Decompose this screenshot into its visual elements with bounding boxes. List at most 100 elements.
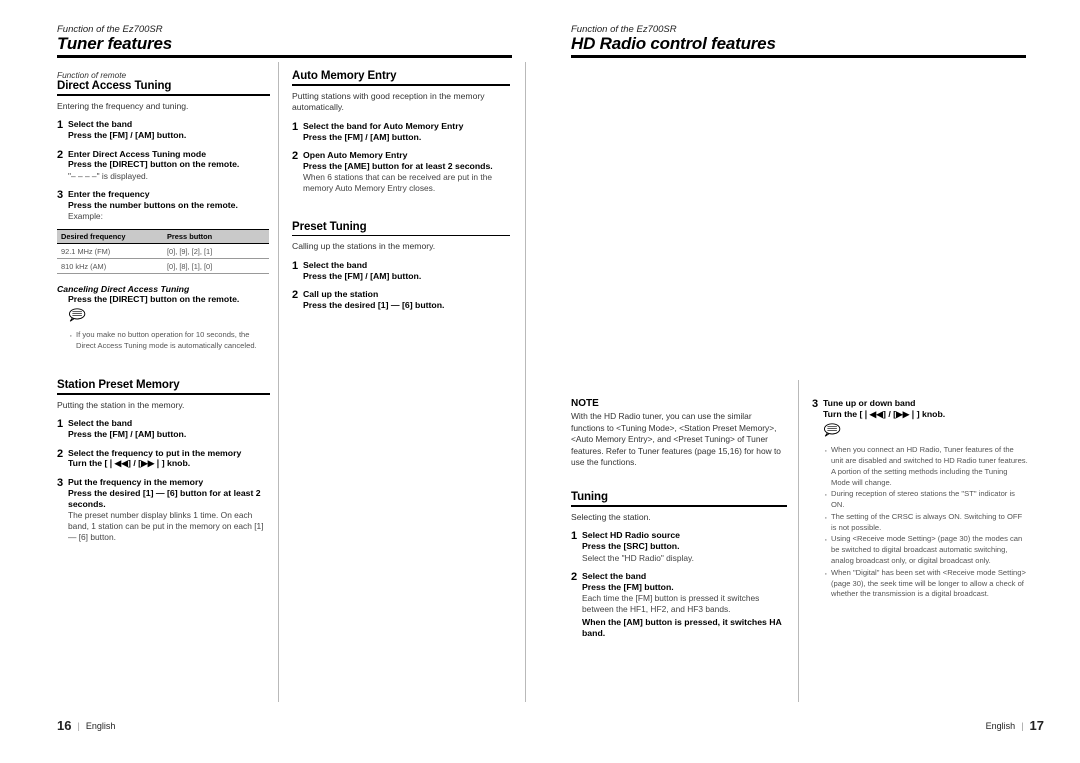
canceling-bold: Press the [DIRECT] button on the remote. — [68, 294, 240, 305]
direct-access-lead: Entering the frequency and tuning. — [57, 100, 189, 111]
step-bold: Press the [FM] button. — [582, 581, 674, 592]
auto-memory-heading: Auto Memory Entry — [292, 70, 397, 82]
right-chapter-title: HD Radio control features — [571, 34, 776, 53]
tuning-lead: Selecting the station. — [571, 511, 651, 522]
left-page-edge-divider — [525, 62, 526, 702]
right-col1: NOTE With the HD Radio tuner, you can us… — [571, 398, 787, 647]
step-title: Select the frequency to put in the memor… — [68, 447, 242, 458]
step-title: Select the band — [303, 259, 368, 270]
step-bold-secondary: When the [AM] button is pressed, it swit… — [582, 617, 782, 639]
note-block: NOTE With the HD Radio tuner, you can us… — [571, 398, 787, 469]
step-item: 3 Put the frequency in the memory Press … — [57, 477, 270, 544]
left-chapter-title: Tuner features — [57, 34, 172, 53]
table-cell: 810 kHz (AM) — [57, 258, 163, 275]
step-bold: Press the number buttons on the remote. — [68, 199, 238, 210]
step-number: 3 — [812, 398, 819, 410]
step-plain: Each time the [FM] button is pressed it … — [582, 592, 760, 614]
right-col2: 3 Tune up or down band Turn the [❘◀◀] / … — [812, 398, 1028, 608]
step-number: 2 — [571, 570, 578, 583]
step-bold: Press the [SRC] button. — [582, 541, 680, 552]
section-auto-memory-entry: Auto Memory Entry Putting stations with … — [292, 70, 510, 195]
step-number: 1 — [292, 120, 299, 133]
step-plain: "– – – –" is displayed. — [68, 170, 148, 181]
step-number: 1 — [571, 530, 578, 543]
left-footer: 16 | English — [57, 718, 115, 733]
step-item: 3 Tune up or down band Turn the [❘◀◀] / … — [812, 398, 1028, 601]
step-title: Select the band for Auto Memory Entry — [303, 120, 464, 131]
left-column-divider — [278, 62, 279, 702]
step-bold: Press the desired [1] — [6] button. — [303, 300, 445, 310]
right-page-number: 17 — [1029, 718, 1044, 733]
tuning-rule — [571, 504, 787, 507]
step-bold: Press the desired [1] — [6] button for a… — [68, 487, 261, 509]
section-station-preset-memory: Station Preset Memory Putting the statio… — [57, 379, 270, 544]
table-header-row: Desired frequency Press button — [57, 229, 269, 245]
step-bold: Press the [FM] / [AM] button. — [303, 270, 422, 281]
step-number: 3 — [57, 188, 64, 201]
table-cell: 92.1 MHz (FM) — [57, 243, 163, 260]
step-item: 2 Select the band Press the [FM] button.… — [571, 571, 787, 640]
step-title: Enter Direct Access Tuning mode — [68, 148, 207, 159]
right-header-rule — [571, 55, 1026, 58]
direct-access-rule — [57, 94, 270, 96]
station-preset-heading: Station Preset Memory — [57, 379, 180, 392]
right-footer-language: English — [985, 720, 1016, 731]
step-number: 2 — [57, 447, 64, 460]
right-column-divider — [798, 380, 799, 702]
step-item: 2 Enter Direct Access Tuning mode Press … — [57, 149, 270, 182]
right-footer: English | 17 — [986, 718, 1044, 733]
step-item: 1 Select the band Press the [FM] / [AM] … — [292, 260, 510, 282]
direct-access-runhead: Function of remote — [57, 70, 127, 80]
canceling-direct-access-block: Canceling Direct Access Tuning Press the… — [57, 284, 270, 352]
left-header-rule — [57, 55, 512, 58]
station-preset-rule — [57, 393, 270, 395]
step-number: 2 — [292, 150, 299, 163]
station-preset-lead: Putting the station in the memory. — [57, 399, 185, 410]
step-number: 2 — [57, 148, 64, 161]
step-number: 1 — [292, 259, 299, 272]
tuning-heading: Tuning — [571, 490, 608, 503]
left-col2: Auto Memory Entry Putting stations with … — [292, 70, 510, 318]
preset-tuning-rule — [292, 234, 510, 237]
step-item: 2 Call up the station Press the desired … — [292, 289, 510, 311]
step-plain: Select the "HD Radio" display. — [582, 552, 694, 563]
step-title: Select the band — [582, 570, 647, 581]
list-item: Using <Receive mode Setting> (page 30) t… — [823, 533, 1028, 566]
table-cell: [0], [8], [1], [0] — [163, 258, 269, 275]
right-page: Function of the Ez700SR HD Radio control… — [540, 0, 1080, 763]
section-preset-tuning: Preset Tuning Calling up the stations in… — [292, 221, 510, 312]
step-number: 1 — [57, 119, 64, 132]
list-item: When "Digital" has been set with <Receiv… — [823, 567, 1028, 600]
step-bold: Press the [FM] / [AM] button. — [68, 130, 187, 141]
list-item: When you connect an HD Radio, Tuner feat… — [823, 444, 1028, 488]
step-title: Open Auto Memory Entry — [303, 150, 408, 161]
table-cell: [0], [9], [2], [1] — [163, 243, 269, 260]
section-tuning: Tuning Selecting the station. 1 Select H… — [571, 491, 787, 640]
step-item: 1 Select the band for Auto Memory Entry … — [292, 121, 510, 143]
step-title: Call up the station — [303, 289, 379, 300]
step-item: 2 Select the frequency to put in the mem… — [57, 448, 270, 470]
note-bubble-icon — [823, 423, 841, 437]
list-item: The setting of the CRSC is always ON. Sw… — [823, 511, 1028, 534]
step-bold: Press the [FM] / [AM] button. — [303, 131, 422, 142]
step-title: Select HD Radio source — [582, 530, 681, 541]
note-bubble-icon — [68, 308, 86, 323]
step-bold: Press the [AME] button for at least 2 se… — [303, 161, 493, 172]
table-header-cell: Press button — [163, 229, 269, 245]
left-footer-language: English — [85, 720, 116, 731]
left-col1: Function of remote Direct Access Tuning … — [57, 70, 270, 551]
table-row: 92.1 MHz (FM) [0], [9], [2], [1] — [57, 243, 269, 260]
step-title: Tune up or down band — [823, 398, 916, 408]
left-page: Function of the Ez700SR Tuner features F… — [0, 0, 540, 763]
step-bold: Press the [DIRECT] button on the remote. — [68, 159, 240, 170]
step-title: Put the frequency in the memory — [68, 476, 204, 487]
step-plain: Example: — [68, 211, 103, 222]
section-direct-access-tuning: Function of remote Direct Access Tuning … — [57, 70, 270, 222]
list-item: If you make no button operation for 10 s… — [68, 329, 270, 352]
canceling-title: Canceling Direct Access Tuning — [57, 284, 190, 295]
table-row: 810 kHz (AM) [0], [8], [1], [0] — [57, 258, 269, 275]
preset-tuning-lead: Calling up the stations in the memory. — [292, 241, 436, 252]
step-bold: Turn the [❘◀◀] / [▶▶❘] knob. — [823, 408, 946, 419]
step-item: 2 Open Auto Memory Entry Press the [AME]… — [292, 150, 510, 194]
table-header-cell: Desired frequency — [57, 229, 163, 245]
